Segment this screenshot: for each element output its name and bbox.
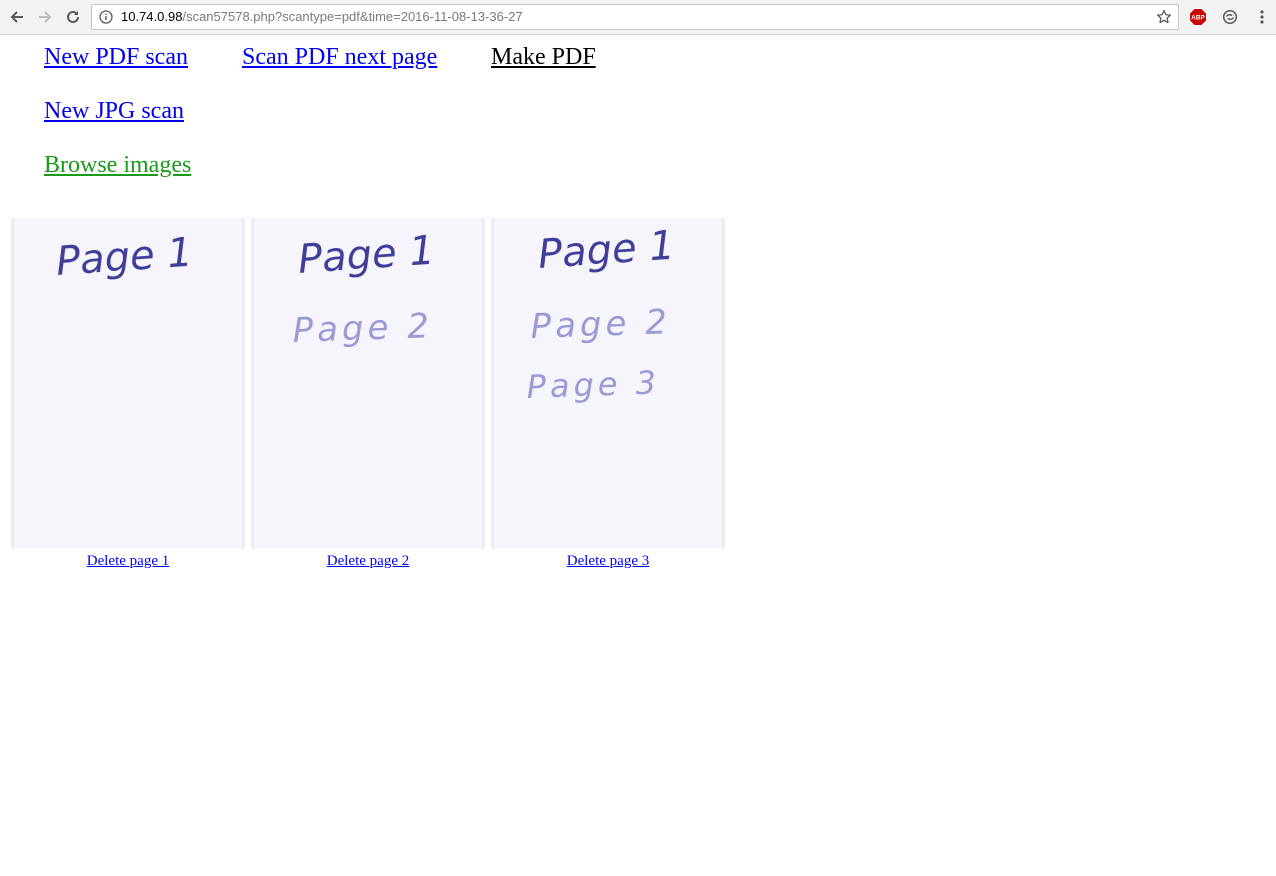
scanned-page-thumbnail: Page 1 Page 2 [251, 218, 485, 549]
new-pdf-scan-link[interactable]: New PDF scan [44, 43, 188, 71]
reload-icon[interactable] [61, 5, 85, 29]
handwriting-line: Page 1 [54, 230, 194, 285]
star-icon[interactable] [1156, 9, 1172, 25]
handwriting-line: Page 2 [292, 306, 434, 351]
back-arrow-icon[interactable] [5, 5, 29, 29]
info-icon[interactable] [99, 10, 113, 24]
delete-page-1-link[interactable]: Delete page 1 [11, 552, 245, 570]
make-pdf-link[interactable]: Make PDF [491, 43, 596, 71]
url-text: 10.74.0.98/scan57578.php?scantype=pdf&ti… [121, 5, 523, 29]
delete-page-3-link[interactable]: Delete page 3 [491, 552, 725, 570]
delete-page-2-link[interactable]: Delete page 2 [251, 552, 485, 570]
scan-pdf-next-page-link[interactable]: Scan PDF next page [242, 43, 437, 71]
handwriting-line: Page 1 [536, 223, 676, 278]
handwriting-line: Page 3 [526, 363, 661, 406]
sync-icon[interactable] [1218, 5, 1242, 29]
scanned-page-thumbnail: Page 1 Page 2 Page 3 [491, 218, 725, 549]
adblock-label: ABP [1191, 15, 1205, 22]
address-bar[interactable]: 10.74.0.98/scan57578.php?scantype=pdf&ti… [91, 4, 1179, 30]
handwriting-line: Page 1 [296, 228, 436, 283]
kebab-menu-icon[interactable] [1250, 5, 1274, 29]
forward-arrow-icon[interactable] [33, 5, 57, 29]
url-path: /scan57578.php?scantype=pdf&time=2016-11… [182, 9, 523, 24]
browser-toolbar: 10.74.0.98/scan57578.php?scantype=pdf&ti… [0, 0, 1276, 35]
new-jpg-scan-link[interactable]: New JPG scan [44, 97, 184, 125]
scanned-page-thumbnail: Page 1 [11, 218, 245, 549]
url-host: 10.74.0.98 [121, 9, 183, 24]
handwriting-line: Page 2 [530, 302, 672, 347]
browse-images-link[interactable]: Browse images [44, 151, 191, 179]
adblock-icon[interactable]: ABP [1189, 8, 1207, 26]
